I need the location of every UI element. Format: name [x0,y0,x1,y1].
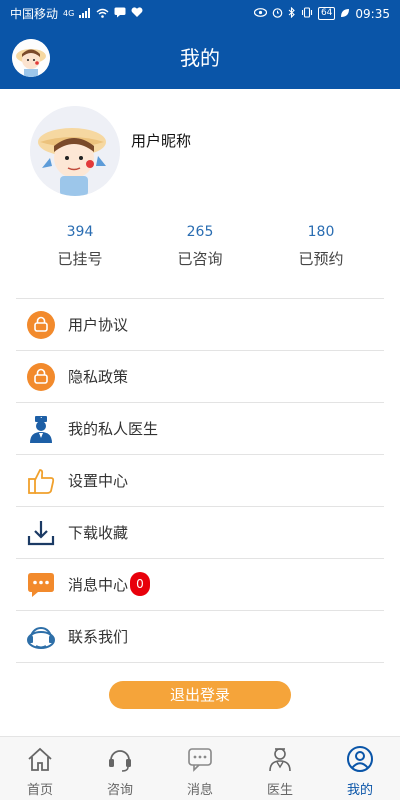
thumbs-up-icon [26,466,56,496]
lock-icon [26,362,56,392]
tab-consult[interactable]: 咨询 [80,737,160,800]
status-bar: 中国移动 4G 64 09:35 [0,0,400,27]
menu-label: 下载收藏 [68,524,129,542]
menu-item-downloads[interactable]: 下载收藏 [16,507,384,559]
alarm-icon [272,7,283,20]
eye-icon [253,8,268,19]
menu-label: 我的私人医生 [68,420,159,438]
stat-value: 265 [186,224,214,240]
menu-label: 隐私政策 [68,368,129,386]
tab-messages[interactable]: 消息 [160,737,240,800]
clock-time: 09:35 [355,6,390,21]
profile-avatar[interactable] [30,106,120,196]
heart-icon [131,7,143,20]
menu-item-private-doctor[interactable]: 我的私人医生 [16,403,384,455]
bluetooth-icon [288,6,296,20]
unread-badge: 0 [130,572,150,596]
headset-icon [26,622,56,652]
download-icon [26,518,56,548]
tab-home[interactable]: 首页 [0,737,80,800]
menu-item-message-center[interactable]: 消息中心 0 [16,559,384,611]
settings-menu: 用户协议 隐私政策 我的私人医生 设置中心 下载收藏 消息中心 0 联系我们 [16,298,384,663]
stat-consulted[interactable]: 265 已咨询 [140,222,260,269]
menu-label: 设置中心 [68,472,129,490]
user-nickname: 用户昵称 [131,132,192,150]
menu-label: 用户协议 [68,316,129,334]
wifi-icon [96,8,109,20]
stat-label: 已预约 [298,250,344,268]
carrier-label: 中国移动 [10,7,59,21]
tab-label: 我的 [346,783,373,798]
header-avatar[interactable] [12,39,50,77]
doctor-icon [26,414,56,444]
menu-item-contact-us[interactable]: 联系我们 [16,611,384,663]
tab-label: 医生 [266,783,293,798]
menu-item-privacy-policy[interactable]: 隐私政策 [16,351,384,403]
home-icon [26,745,54,773]
bottom-tab-bar: 首页 咨询 消息 医生 我的 [0,736,400,800]
headset-icon [106,745,134,773]
stat-label: 已咨询 [177,250,223,268]
user-icon [346,745,374,773]
logout-button[interactable]: 退出登录 [109,681,291,709]
tab-mine[interactable]: 我的 [320,737,400,800]
stat-label: 已挂号 [57,250,103,268]
lock-icon [26,310,56,340]
stat-value: 180 [307,224,335,240]
app-header: 我的 [0,27,400,89]
battery-icon: 64 [317,7,336,20]
stat-registered[interactable]: 394 已挂号 [20,222,140,269]
page-title: 我的 [180,46,220,70]
message-icon [26,570,56,600]
vibrate-icon [301,7,313,20]
leaf-icon [340,8,350,20]
stat-value: 394 [66,224,94,240]
menu-item-user-agreement[interactable]: 用户协议 [16,299,384,351]
stat-appointed[interactable]: 180 已预约 [261,222,381,269]
tab-doctors[interactable]: 医生 [240,737,320,800]
doctor-icon [266,745,294,773]
tab-label: 咨询 [106,783,133,798]
network-type-label: 4G [63,8,75,18]
menu-label: 联系我们 [68,628,129,646]
signal-icon [79,7,91,20]
tab-label: 首页 [26,783,53,798]
menu-label: 消息中心 [68,576,129,594]
chat-notification-icon [114,7,126,20]
chat-icon [186,745,214,773]
menu-item-settings-center[interactable]: 设置中心 [16,455,384,507]
tab-label: 消息 [186,783,213,798]
